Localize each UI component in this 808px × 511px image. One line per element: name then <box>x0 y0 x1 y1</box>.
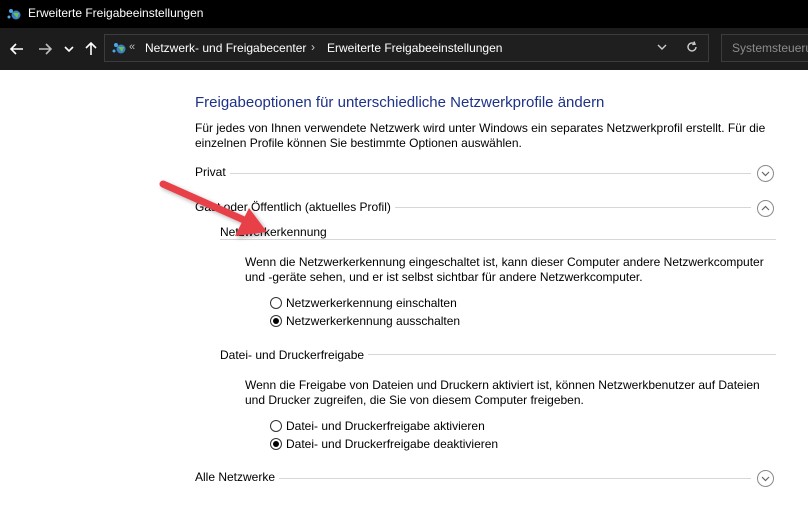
file-sharing-description: Wenn die Freigabe von Dateien und Drucke… <box>245 378 760 407</box>
file-sharing-heading: Datei- und Druckerfreigabe <box>220 348 369 362</box>
address-bar[interactable]: « Netzwerk- und Freigabecenter › Erweite… <box>104 34 709 62</box>
file-sharing-off-label[interactable]: Datei- und Druckerfreigabe deaktivieren <box>286 437 498 451</box>
breadcrumb-advanced-sharing[interactable]: Erweiterte Freigabeeinstellungen <box>327 41 502 55</box>
radio-file-sharing-on[interactable] <box>270 420 282 432</box>
expand-all-networks-button[interactable] <box>757 470 774 487</box>
radio-network-discovery-on[interactable] <box>270 297 282 309</box>
arrow-right-icon <box>39 43 53 55</box>
profile-all-label[interactable]: Alle Netzwerke <box>195 470 280 484</box>
subsection-divider <box>220 239 776 240</box>
chevron-down-icon <box>761 171 770 177</box>
network-globe-icon <box>7 9 21 20</box>
window-title-bar: Erweiterte Freigabeeinstellungen <box>0 0 808 28</box>
radio-network-discovery-off[interactable] <box>270 315 282 327</box>
chevron-down-icon <box>761 476 770 482</box>
network-discovery-description: Wenn die Netzwerkerkennung eingeschaltet… <box>245 255 764 284</box>
chevron-down-icon <box>64 46 74 53</box>
refresh-icon[interactable] <box>685 40 699 54</box>
collapse-guest-button[interactable] <box>757 200 774 217</box>
network-globe-icon <box>112 43 126 54</box>
section-divider <box>195 173 751 174</box>
file-sharing-on-label[interactable]: Datei- und Druckerfreigabe aktivieren <box>286 419 485 433</box>
search-placeholder[interactable]: Systemsteueru <box>732 41 808 55</box>
search-box[interactable]: Systemsteueru <box>721 34 808 62</box>
expand-private-button[interactable] <box>757 165 774 182</box>
up-button[interactable] <box>82 37 100 61</box>
network-discovery-off-label[interactable]: Netzwerkerkennung ausschalten <box>286 314 460 328</box>
page-intro: Für jedes von Ihnen verwendete Netzwerk … <box>195 121 766 150</box>
arrow-up-icon <box>85 41 97 55</box>
network-discovery-on-label[interactable]: Netzwerkerkennung einschalten <box>286 296 457 310</box>
forward-button[interactable] <box>34 37 56 61</box>
annotation-arrow-icon <box>159 180 267 236</box>
settings-content: Freigabeoptionen für unterschiedliche Ne… <box>0 70 808 511</box>
arrow-left-icon <box>9 43 23 55</box>
page-title: Freigabeoptionen für unterschiedliche Ne… <box>195 94 605 111</box>
back-button[interactable] <box>6 37 28 61</box>
breadcrumb-overflow[interactable]: « <box>129 41 135 53</box>
breadcrumb-network-center[interactable]: Netzwerk- und Freigabecenter <box>145 41 306 55</box>
chevron-up-icon <box>761 205 770 211</box>
window-title: Erweiterte Freigabeeinstellungen <box>28 6 204 20</box>
radio-file-sharing-off[interactable] <box>270 438 282 450</box>
breadcrumb-separator-icon[interactable]: › <box>311 40 315 54</box>
navigation-bar: « Netzwerk- und Freigabecenter › Erweite… <box>0 28 808 70</box>
address-dropdown-icon[interactable] <box>655 40 669 54</box>
recent-locations-button[interactable] <box>62 37 76 61</box>
